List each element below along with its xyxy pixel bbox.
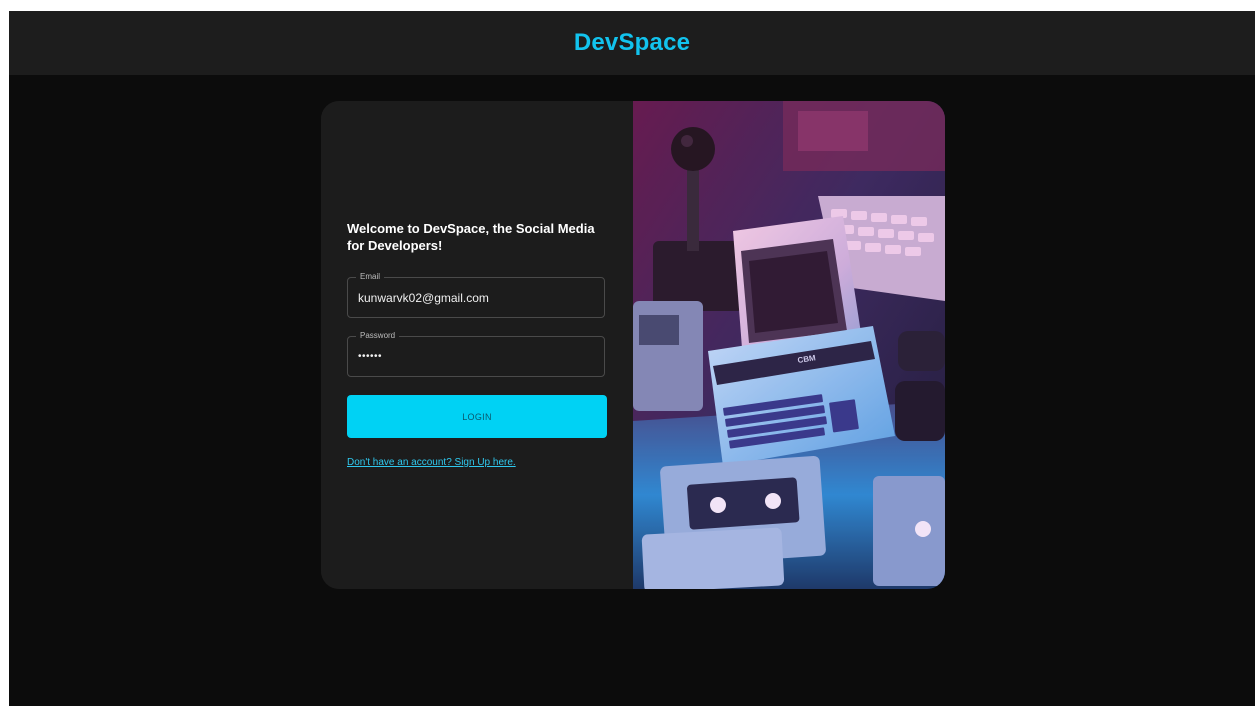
password-input[interactable]: [358, 337, 594, 376]
retro-computer-illustration: CBM: [633, 101, 945, 589]
password-field[interactable]: Password: [347, 330, 605, 377]
welcome-heading: Welcome to DevSpace, the Social Media fo…: [347, 221, 595, 253]
brand-logo[interactable]: DevSpace: [574, 29, 690, 57]
email-input[interactable]: [358, 278, 594, 317]
signup-link[interactable]: Don't have an account? Sign Up here.: [347, 457, 516, 468]
app-screen: DevSpace Welcome to DevSpace, the Social…: [9, 11, 1255, 706]
email-field[interactable]: Email: [347, 271, 605, 318]
hero-image: CBM: [633, 101, 945, 589]
top-navbar: DevSpace: [9, 11, 1255, 75]
login-form-panel: Welcome to DevSpace, the Social Media fo…: [321, 101, 633, 589]
login-button[interactable]: LOGIN: [347, 395, 607, 438]
login-card: Welcome to DevSpace, the Social Media fo…: [321, 101, 945, 589]
